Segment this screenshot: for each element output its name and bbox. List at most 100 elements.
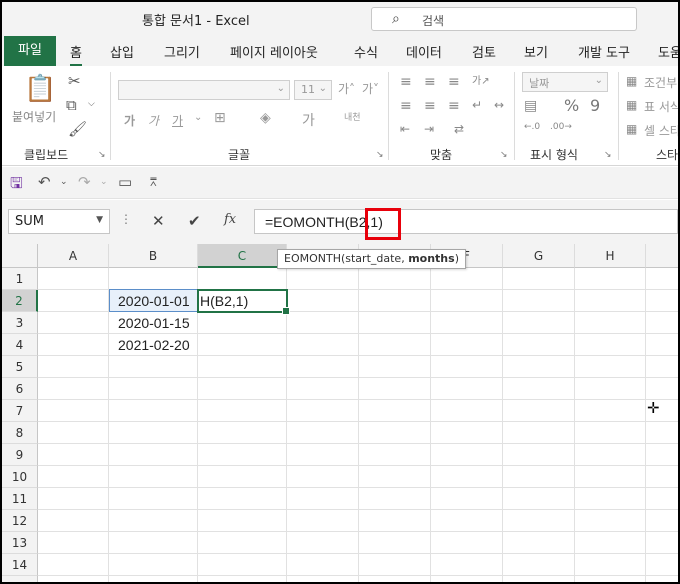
format-table-label[interactable]: 표 서식 xyxy=(644,98,678,115)
row-header-10[interactable]: 10 xyxy=(2,466,38,488)
cell-styles-icon[interactable]: ▦ xyxy=(626,122,637,136)
undo-icon[interactable]: ↶ xyxy=(38,173,51,191)
open-folder-icon[interactable]: ▭ xyxy=(118,173,132,191)
paste-label[interactable]: 붙여넣기 xyxy=(12,108,56,125)
name-box[interactable]: SUM ▼ xyxy=(8,209,110,234)
save-icon[interactable]: 🖫 xyxy=(10,173,23,198)
align-middle-icon[interactable]: ≡ xyxy=(424,74,436,90)
row-header-2[interactable]: 2 xyxy=(2,290,38,312)
text-direction-icon[interactable]: ⇄ xyxy=(454,122,464,136)
column-header-partial[interactable] xyxy=(646,244,678,268)
tab-insert[interactable]: 삽입 xyxy=(110,42,134,61)
chevron-down-icon[interactable]: ⌄ xyxy=(100,177,108,187)
tab-file[interactable]: 파일 xyxy=(4,36,56,66)
clipboard-group-label: 클립보드 xyxy=(24,148,69,162)
alignment-launcher-icon[interactable]: ↘ xyxy=(500,150,508,160)
comma-button[interactable]: 9 xyxy=(590,96,600,115)
decrease-decimal-icon[interactable]: .00→ xyxy=(550,122,572,132)
align-top-icon[interactable]: ≡ xyxy=(400,74,412,90)
number-format-combo[interactable]: 날짜 ⌄ xyxy=(522,72,608,92)
font-launcher-icon[interactable]: ↘ xyxy=(376,150,384,160)
row-header-12[interactable]: 12 xyxy=(2,510,38,532)
row-header-3[interactable]: 3 xyxy=(2,312,38,334)
row-header-9[interactable]: 9 xyxy=(2,444,38,466)
tab-home[interactable]: 홈 xyxy=(70,42,82,67)
tab-view[interactable]: 보기 xyxy=(524,42,548,61)
percent-button[interactable]: % xyxy=(564,96,579,115)
tab-data[interactable]: 데이터 xyxy=(406,42,442,61)
conditional-format-icon[interactable]: ▦ xyxy=(626,74,637,88)
row-header-15[interactable]: 15 xyxy=(2,576,38,582)
chevron-down-icon[interactable]: ⌄ xyxy=(60,177,68,187)
cell-b2[interactable]: 2020-01-01 xyxy=(118,290,190,312)
cell-b3[interactable]: 2020-01-15 xyxy=(118,312,190,334)
column-header-g[interactable]: G xyxy=(503,244,575,268)
underline-button[interactable]: 가 xyxy=(172,112,183,129)
row-header-8[interactable]: 8 xyxy=(2,422,38,444)
column-header-b[interactable]: B xyxy=(109,244,198,268)
number-launcher-icon[interactable]: ↘ xyxy=(604,150,612,160)
phonetic-icon[interactable]: 내천 xyxy=(344,110,361,123)
tab-formulas[interactable]: 수식 xyxy=(354,42,378,61)
redo-icon[interactable]: ↷ xyxy=(78,173,91,191)
font-name-combo[interactable]: ⌄ xyxy=(118,80,290,100)
format-painter-icon[interactable]: 🖌 xyxy=(68,120,87,138)
search-box[interactable]: ⌕ 검색 xyxy=(371,7,637,31)
row-header-14[interactable]: 14 xyxy=(2,554,38,576)
column-header-h[interactable]: H xyxy=(575,244,646,268)
font-color-icon[interactable]: 가 xyxy=(302,110,315,130)
increase-indent-icon[interactable]: ⇥ xyxy=(424,122,434,136)
select-all-corner[interactable] xyxy=(2,244,38,268)
cell-b4[interactable]: 2021-02-20 xyxy=(118,334,190,356)
worksheet-grid[interactable]: A B C D E F G H 1 2 3 4 5 6 7 8 9 10 11 … xyxy=(2,244,678,582)
row-header-11[interactable]: 11 xyxy=(2,488,38,510)
tab-help[interactable]: 도움 xyxy=(658,42,678,61)
font-size-combo[interactable]: 11 ⌄ xyxy=(294,80,332,100)
currency-icon[interactable]: ▤ xyxy=(524,98,537,114)
row-header-7[interactable]: 7 xyxy=(2,400,38,422)
row-header-4[interactable]: 4 xyxy=(2,334,38,356)
format-table-icon[interactable]: ▦ xyxy=(626,98,637,112)
enter-icon[interactable]: ✔ xyxy=(188,212,201,230)
align-center-icon[interactable]: ≡ xyxy=(424,98,436,114)
increase-decimal-icon[interactable]: ←.0 xyxy=(524,122,540,132)
shrink-font-icon[interactable]: 가˅ xyxy=(362,80,379,97)
tooltip-bold-arg[interactable]: months xyxy=(408,252,455,265)
merge-icon[interactable]: ↔ xyxy=(494,98,504,112)
italic-button[interactable]: 가 xyxy=(148,112,159,129)
tab-page-layout[interactable]: 페이지 레이아웃 xyxy=(230,42,318,61)
row-header-5[interactable]: 5 xyxy=(2,356,38,378)
clipboard-launcher-icon[interactable]: ↘ xyxy=(98,150,106,160)
cell-styles-label[interactable]: 셀 스타 xyxy=(644,122,678,139)
copy-chevron-down-icon[interactable]: ⌵ xyxy=(88,99,95,109)
paste-icon[interactable]: 📋 xyxy=(24,74,56,104)
insert-function-icon[interactable]: fx xyxy=(224,212,236,227)
chevron-down-icon[interactable]: ⌄ xyxy=(194,112,202,123)
column-header-a[interactable]: A xyxy=(38,244,109,268)
cell-c2[interactable]: H(B2,1) xyxy=(200,290,284,312)
row-header-6[interactable]: 6 xyxy=(2,378,38,400)
row-header-13[interactable]: 13 xyxy=(2,532,38,554)
grow-font-icon[interactable]: 가˄ xyxy=(338,80,355,97)
align-bottom-icon[interactable]: ≡ xyxy=(448,74,460,90)
decrease-indent-icon[interactable]: ⇤ xyxy=(400,122,410,136)
fill-color-icon[interactable]: ◈ xyxy=(260,110,271,126)
wrap-text-icon[interactable]: ↵ xyxy=(472,98,482,112)
tooltip-func: EOMONTH(start_date, xyxy=(284,252,409,265)
cut-icon[interactable]: ✂ xyxy=(68,72,81,90)
bold-button[interactable]: 가 xyxy=(124,112,135,129)
customize-toolbar-icon[interactable]: ⩞ xyxy=(150,176,157,190)
tab-draw[interactable]: 그리기 xyxy=(164,42,200,61)
cancel-icon[interactable]: ✕ xyxy=(152,212,165,230)
tab-developer[interactable]: 개발 도구 xyxy=(578,42,630,61)
row-header-1[interactable]: 1 xyxy=(2,268,38,290)
formula-input[interactable]: =EOMONTH(B2,1) xyxy=(254,209,678,234)
copy-icon[interactable]: ⧉ xyxy=(66,96,77,114)
align-right-icon[interactable]: ≡ xyxy=(448,98,460,114)
column-header-c[interactable]: C xyxy=(198,244,287,268)
conditional-format-label[interactable]: 조건부 xyxy=(644,74,677,91)
align-left-icon[interactable]: ≡ xyxy=(400,98,412,114)
borders-icon[interactable]: ⊞ xyxy=(214,110,226,126)
tab-review[interactable]: 검토 xyxy=(472,42,496,61)
orientation-icon[interactable]: 가↗ xyxy=(472,72,490,87)
